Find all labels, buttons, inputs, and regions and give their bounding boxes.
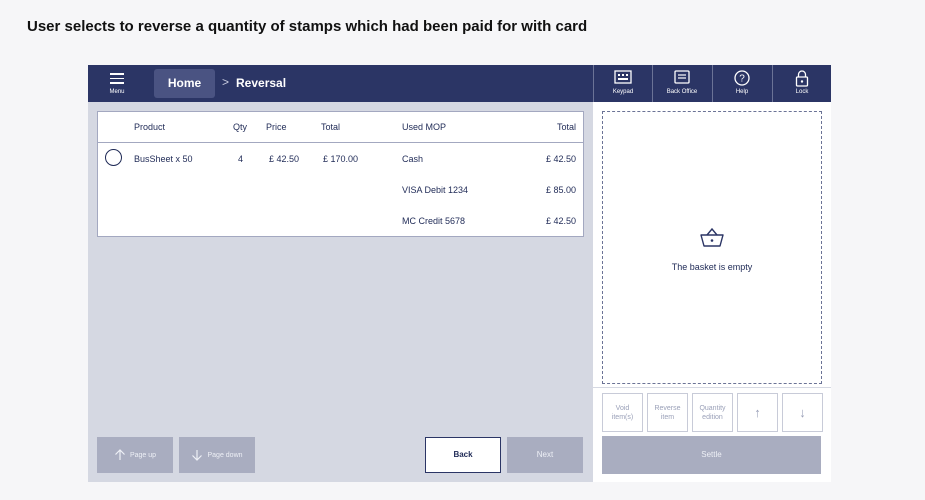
header-used-mop: Used MOP xyxy=(402,122,447,132)
settle-button[interactable]: Settle xyxy=(602,436,821,474)
scroll-up-button[interactable]: ↑ xyxy=(737,393,778,432)
reverse-item-button[interactable]: Reverse item xyxy=(647,393,688,432)
quantity-edition-button[interactable]: Quantity edition xyxy=(692,393,733,432)
mop-name-visa: VISA Debit 1234 xyxy=(402,185,469,195)
void-label-2: item(s) xyxy=(611,413,634,421)
void-label-1: Void xyxy=(615,404,630,412)
header-price: Price xyxy=(266,122,287,132)
mop-amount-cash: £ 42.50 xyxy=(545,154,576,164)
basket-icon xyxy=(699,226,725,253)
basket-area: The basket is empty xyxy=(602,111,822,384)
lock-label: Lock xyxy=(795,89,809,95)
row-product: BusSheet x 50 xyxy=(134,154,193,164)
help-icon: ? xyxy=(713,70,771,87)
menu-label: Menu xyxy=(109,89,125,95)
help-button[interactable]: ? Help xyxy=(712,65,771,102)
transaction-table: Product Qty Price Total Used MOP Total B… xyxy=(97,111,584,237)
header-qty: Qty xyxy=(233,122,248,132)
breadcrumb-separator: > xyxy=(222,75,230,89)
keypad-button[interactable]: Keypad xyxy=(593,65,652,102)
lock-button[interactable]: Lock xyxy=(772,65,831,102)
lock-icon xyxy=(773,70,831,87)
mop-name-cash: Cash xyxy=(402,154,424,164)
pos-window: Menu Home > Reversal Keypad Back Office … xyxy=(88,65,831,482)
keypad-label: Keypad xyxy=(612,89,634,95)
header-product: Product xyxy=(134,122,166,132)
mop-amount-mc: £ 42.50 xyxy=(545,216,576,226)
void-items-button[interactable]: Void item(s) xyxy=(602,393,643,432)
arrow-down-icon xyxy=(192,450,203,461)
basket-empty-text: The basket is empty xyxy=(671,262,753,272)
row-price: £ 42.50 xyxy=(269,154,300,164)
mop-name-mc: MC Credit 5678 xyxy=(402,216,466,226)
page-caption: User selects to reverse a quantity of st… xyxy=(27,18,588,35)
basket-divider xyxy=(593,387,831,388)
table-header: Product Qty Price Total Used MOP Total xyxy=(98,112,583,143)
page-up-label: Page up xyxy=(129,451,157,459)
arrow-up-icon: ↑ xyxy=(754,405,761,420)
home-button[interactable]: Home xyxy=(154,69,215,98)
reverse-label-2: item xyxy=(660,413,675,421)
help-label: Help xyxy=(735,89,749,95)
scroll-down-button[interactable]: ↓ xyxy=(782,393,823,432)
hamburger-icon xyxy=(110,73,124,87)
next-button[interactable]: Next xyxy=(507,437,583,473)
menu-button[interactable]: Menu xyxy=(88,65,146,102)
back-button[interactable]: Back xyxy=(425,437,501,473)
row-qty: 4 xyxy=(238,154,244,164)
back-office-label: Back Office xyxy=(666,89,698,95)
page-up-button[interactable]: Page up xyxy=(97,437,173,473)
keypad-icon xyxy=(594,70,652,87)
mop-amount-visa: £ 85.00 xyxy=(545,185,576,195)
reverse-label-1: Reverse xyxy=(654,404,681,412)
page-down-button[interactable]: Page down xyxy=(179,437,255,473)
back-office-icon xyxy=(653,70,711,87)
quantity-label-1: Quantity xyxy=(699,404,726,412)
arrow-up-icon xyxy=(115,449,125,460)
quantity-label-2: edition xyxy=(702,413,723,421)
header-total: Total xyxy=(321,122,341,132)
reversal-panel: Product Qty Price Total Used MOP Total B… xyxy=(88,102,593,482)
back-office-button[interactable]: Back Office xyxy=(652,65,711,102)
svg-text:?: ? xyxy=(739,74,745,85)
arrow-down-icon: ↓ xyxy=(799,405,806,420)
row-total: £ 170.00 xyxy=(323,154,359,164)
row-select-radio[interactable] xyxy=(105,149,122,166)
breadcrumb-current: Reversal xyxy=(236,76,287,90)
page-down-label: Page down xyxy=(207,451,243,459)
top-bar: Menu Home > Reversal Keypad Back Office … xyxy=(88,65,831,102)
basket-panel: The basket is empty Void item(s) Reverse i… xyxy=(593,102,831,482)
header-mop-total: Total xyxy=(556,122,576,132)
